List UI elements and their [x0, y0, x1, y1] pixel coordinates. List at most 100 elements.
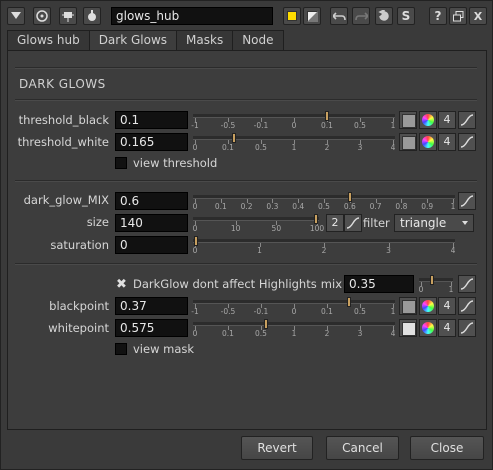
color-yellow-icon[interactable] — [283, 7, 301, 25]
mix-slider[interactable]: 01 — [419, 275, 453, 297]
size-label: size — [86, 215, 109, 229]
threshold-white-input[interactable]: 0.165 — [115, 133, 188, 151]
revert-button[interactable]: Revert — [241, 436, 313, 460]
settings-gear-icon[interactable] — [83, 7, 101, 25]
blackpoint-color-swatch[interactable] — [399, 297, 417, 315]
slider-tick-label: -0.1 — [253, 121, 269, 130]
tab-glows-hub[interactable]: Glows hub — [7, 30, 90, 50]
dont-affect-highlights-label: DarkGlow dont affect Highlights — [133, 277, 317, 291]
slider-tick-label: 0 — [192, 329, 198, 338]
slider-tick-label: 0 — [418, 285, 424, 294]
size-channels[interactable]: 2 — [326, 214, 344, 232]
color-wheel-icon[interactable] — [419, 133, 437, 151]
slider-tick-label: 10 — [230, 224, 241, 233]
blackpoint-input[interactable]: 0.37 — [115, 297, 188, 315]
slider-tick-label: -0.5 — [220, 307, 236, 316]
saturation-input[interactable]: 0 — [115, 236, 188, 254]
animation-curve-icon[interactable] — [458, 133, 476, 151]
slider-tick-label: 0.1 — [222, 143, 234, 152]
tab-masks[interactable]: Masks — [176, 30, 234, 50]
slider-handle[interactable] — [346, 297, 351, 307]
revert-icon[interactable] — [375, 7, 393, 25]
size-slider[interactable]: 0 10 50 100 — [193, 214, 324, 236]
whitepoint-channels[interactable]: 4 — [438, 319, 456, 337]
animation-curve-icon[interactable] — [344, 214, 362, 232]
mix-input[interactable]: 0.35 — [344, 275, 414, 293]
close-icon[interactable]: X — [469, 7, 487, 25]
slider-tick-label: 0 — [291, 307, 297, 316]
filter-dropdown[interactable]: triangle — [394, 214, 474, 232]
slider-handle[interactable] — [347, 192, 352, 202]
whitepoint-input[interactable]: 0.575 — [115, 319, 188, 337]
slider-tick-label: 0.1 — [214, 202, 227, 211]
dark-glow-mix-label: dark_glow_MIX — [23, 193, 109, 207]
color-wheel-icon[interactable] — [419, 297, 437, 315]
color-wheel-icon[interactable] — [419, 319, 437, 337]
slider-track[interactable] — [419, 278, 453, 282]
dont-affect-highlights-checkbox[interactable]: ✖ — [116, 278, 127, 291]
blackpoint-slider[interactable]: -1 -0.5 -0.1 0 0.1 0.5 1 — [191, 297, 395, 319]
threshold-white-slider[interactable]: 0 0.1 0.5 1 2 3 4 — [193, 133, 395, 155]
slider-tick-label: 4 — [390, 329, 396, 338]
saturation-slider[interactable]: 0 1 2 3 4 — [193, 236, 455, 258]
float-window-icon[interactable] — [449, 7, 467, 25]
saturation-label: saturation — [50, 238, 109, 252]
divider — [15, 67, 477, 69]
pin-icon[interactable] — [59, 7, 77, 25]
color-wheel-icon[interactable] — [419, 111, 437, 129]
slider-tick-label: 0.6 — [343, 202, 356, 211]
slider-tick-label: 1 — [450, 202, 456, 211]
close-button[interactable]: Close — [410, 436, 484, 460]
slider-tick-label: 2 — [324, 143, 330, 152]
threshold-black-slider[interactable]: -1 -0.5 -0.1 0 0.1 0.5 1 — [191, 111, 396, 133]
size-input[interactable]: 140 — [115, 214, 188, 232]
tab-dark-glows[interactable]: Dark Glows — [88, 30, 178, 50]
properties-panel: glows_hub S ? X Glows hub Dark Glows Mas… — [0, 0, 493, 470]
slider-handle[interactable] — [264, 319, 269, 329]
view-threshold-checkbox[interactable] — [115, 157, 127, 169]
whitepoint-color-swatch[interactable] — [399, 319, 417, 337]
threshold-black-channels[interactable]: 4 — [438, 111, 456, 129]
script-s-icon[interactable]: S — [397, 7, 415, 25]
slider-handle[interactable] — [314, 214, 318, 224]
slider-tick-label: 2 — [324, 329, 330, 338]
slider-tick-label: 1 — [390, 121, 396, 130]
view-mask-checkbox[interactable] — [115, 343, 127, 355]
slider-tick-label: 4 — [390, 143, 396, 152]
collapse-arrow-icon[interactable] — [7, 7, 25, 25]
undo-icon[interactable] — [330, 7, 348, 25]
center-target-icon[interactable] — [33, 7, 51, 25]
threshold-white-color-swatch[interactable] — [399, 133, 417, 151]
animation-curve-icon[interactable] — [458, 192, 476, 210]
animation-curve-icon[interactable] — [458, 275, 476, 293]
dark-glow-mix-slider[interactable]: 0 0.1 0.2 0.3 0.4 0.5 0.6 0.7 0.8 0.9 1 — [193, 192, 455, 214]
threshold-black-color-swatch[interactable] — [399, 111, 417, 129]
tab-node[interactable]: Node — [232, 30, 284, 50]
slider-track[interactable] — [193, 217, 319, 221]
diagonal-toggle-icon[interactable] — [303, 7, 321, 25]
slider-handle[interactable] — [231, 133, 236, 143]
slider-handle[interactable] — [429, 275, 434, 285]
dark-glow-mix-input[interactable]: 0.6 — [115, 192, 188, 210]
slider-tick-label: 1 — [257, 246, 262, 255]
animation-curve-icon[interactable] — [458, 111, 476, 129]
threshold-black-input[interactable]: 0.1 — [115, 111, 188, 129]
divider — [15, 180, 477, 182]
whitepoint-slider[interactable]: 0 0.1 0.5 1 2 3 4 — [193, 319, 395, 341]
animation-curve-icon[interactable] — [458, 297, 476, 315]
slider-tick-label: 0 — [291, 121, 297, 130]
cancel-button[interactable]: Cancel — [326, 436, 399, 460]
redo-icon[interactable] — [352, 7, 370, 25]
threshold-white-channels[interactable]: 4 — [438, 133, 456, 151]
slider-tick-label: 0.5 — [354, 121, 366, 130]
threshold-black-label: threshold_black — [18, 113, 109, 127]
help-icon[interactable]: ? — [429, 7, 447, 25]
slider-handle[interactable] — [324, 111, 329, 121]
view-threshold-label: view threshold — [133, 156, 218, 170]
blackpoint-channels[interactable]: 4 — [438, 297, 456, 315]
slider-tick-label: 0.1 — [222, 329, 234, 338]
slider-tick-label: 0.1 — [321, 307, 333, 316]
node-name-input[interactable]: glows_hub — [111, 7, 273, 25]
slider-handle[interactable] — [194, 236, 198, 246]
animation-curve-icon[interactable] — [458, 319, 476, 337]
